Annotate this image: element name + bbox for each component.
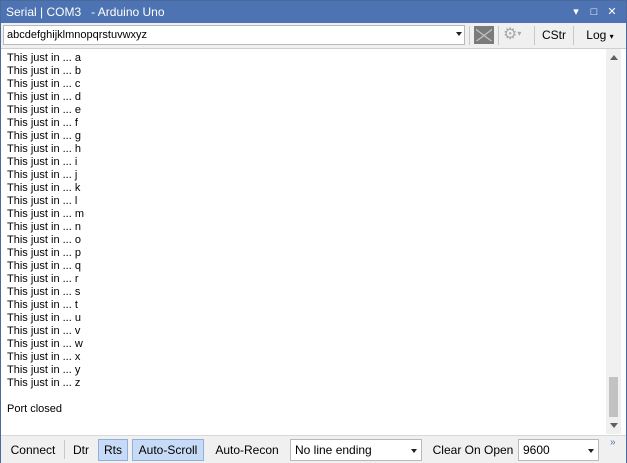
serial-output[interactable]: This just in ... a This just in ... b This… — [1, 49, 606, 434]
output-line: This just in ... y — [7, 364, 81, 376]
vertical-scrollbar[interactable] — [606, 49, 621, 434]
chevron-down-icon[interactable] — [411, 449, 417, 453]
output-line: This just in ... r — [7, 273, 79, 285]
send-input[interactable]: abcdefghijklmnopqrstuvwxyz — [3, 25, 465, 45]
send-mail-icon[interactable] — [474, 26, 494, 44]
status-bar: Connect Dtr Rts Auto-Scroll Auto-Recon N… — [1, 435, 626, 463]
output-line: This just in ... j — [7, 169, 78, 181]
output-line: This just in ... p — [7, 247, 81, 259]
dtr-toggle[interactable]: Dtr — [67, 439, 95, 461]
chevron-down-icon: ▾ — [517, 29, 522, 38]
line-ending-value: No line ending — [295, 443, 372, 457]
window-title: Serial | COM3 - Arduino Uno — [6, 5, 165, 19]
maximize-icon[interactable]: □ — [586, 1, 602, 23]
overflow-chevron-icon[interactable]: » — [610, 437, 616, 448]
chevron-down-icon[interactable] — [588, 449, 594, 453]
gear-icon: ⚙ — [503, 26, 518, 43]
output-line: This just in ... d — [7, 91, 81, 103]
output-line: This just in ... g — [7, 130, 81, 142]
output-line: This just in ... e — [7, 104, 81, 116]
output-line: This just in ... l — [7, 195, 78, 207]
output-line: This just in ... q — [7, 260, 81, 272]
chevron-down-icon: ▾ — [609, 32, 614, 41]
log-button[interactable]: Log ▾ — [577, 25, 623, 46]
output-line: This just in ... k — [7, 182, 81, 194]
scroll-up-icon[interactable] — [610, 55, 618, 60]
output-line: This just in ... z — [7, 377, 81, 389]
settings-gear-icon[interactable]: ⚙▾ — [503, 26, 525, 44]
output-line: This just in ... u — [7, 312, 81, 324]
output-line: Port closed — [7, 403, 63, 415]
output-line: This just in ... h — [7, 143, 81, 155]
toolbar-divider — [498, 26, 499, 45]
rts-toggle[interactable]: Rts — [98, 439, 128, 461]
toolbar: abcdefghijklmnopqrstuvwxyz ⚙▾ CStr Log ▾ — [1, 23, 626, 49]
output-line: This just in ... v — [7, 325, 81, 337]
connect-button[interactable]: Connect — [5, 439, 61, 461]
auto-recon-toggle[interactable]: Auto-Recon — [209, 439, 285, 461]
output-line: This just in ... i — [7, 156, 78, 168]
log-label: Log — [586, 28, 607, 42]
title-bar: Serial | COM3 - Arduino Uno ▾ □ ✕ — [1, 1, 626, 23]
serial-monitor-window: Serial | COM3 - Arduino Uno ▾ □ ✕ abcdef… — [0, 0, 627, 463]
scrollbar-thumb[interactable] — [609, 377, 618, 417]
toolbar-divider — [534, 26, 535, 45]
window-menu-icon[interactable]: ▾ — [568, 1, 584, 23]
output-line: This just in ... x — [7, 351, 81, 363]
clear-on-open-toggle[interactable]: Clear On Open — [429, 439, 517, 461]
baud-rate-value: 9600 — [523, 443, 550, 457]
chevron-down-icon[interactable] — [456, 32, 462, 36]
close-icon[interactable]: ✕ — [604, 1, 620, 23]
output-line: This just in ... c — [7, 78, 81, 90]
send-input-value: abcdefghijklmnopqrstuvwxyz — [7, 29, 148, 41]
output-line: This just in ... w — [7, 338, 83, 350]
statusbar-divider — [64, 440, 65, 459]
toolbar-divider — [573, 26, 574, 45]
cstr-button[interactable]: CStr — [538, 25, 570, 46]
auto-scroll-toggle[interactable]: Auto-Scroll — [132, 439, 204, 461]
toolbar-divider — [469, 26, 470, 45]
scroll-down-icon[interactable] — [610, 423, 618, 428]
line-ending-select[interactable]: No line ending — [290, 439, 422, 461]
output-line: This just in ... t — [7, 299, 78, 311]
output-line: This just in ... b — [7, 65, 81, 77]
output-line: This just in ... n — [7, 221, 81, 233]
output-line: This just in ... a — [7, 52, 81, 64]
output-line: This just in ... s — [7, 286, 81, 298]
baud-rate-select[interactable]: 9600 — [518, 439, 599, 461]
output-line: This just in ... m — [7, 208, 85, 220]
output-line: This just in ... o — [7, 234, 81, 246]
output-line: This just in ... f — [7, 117, 78, 129]
